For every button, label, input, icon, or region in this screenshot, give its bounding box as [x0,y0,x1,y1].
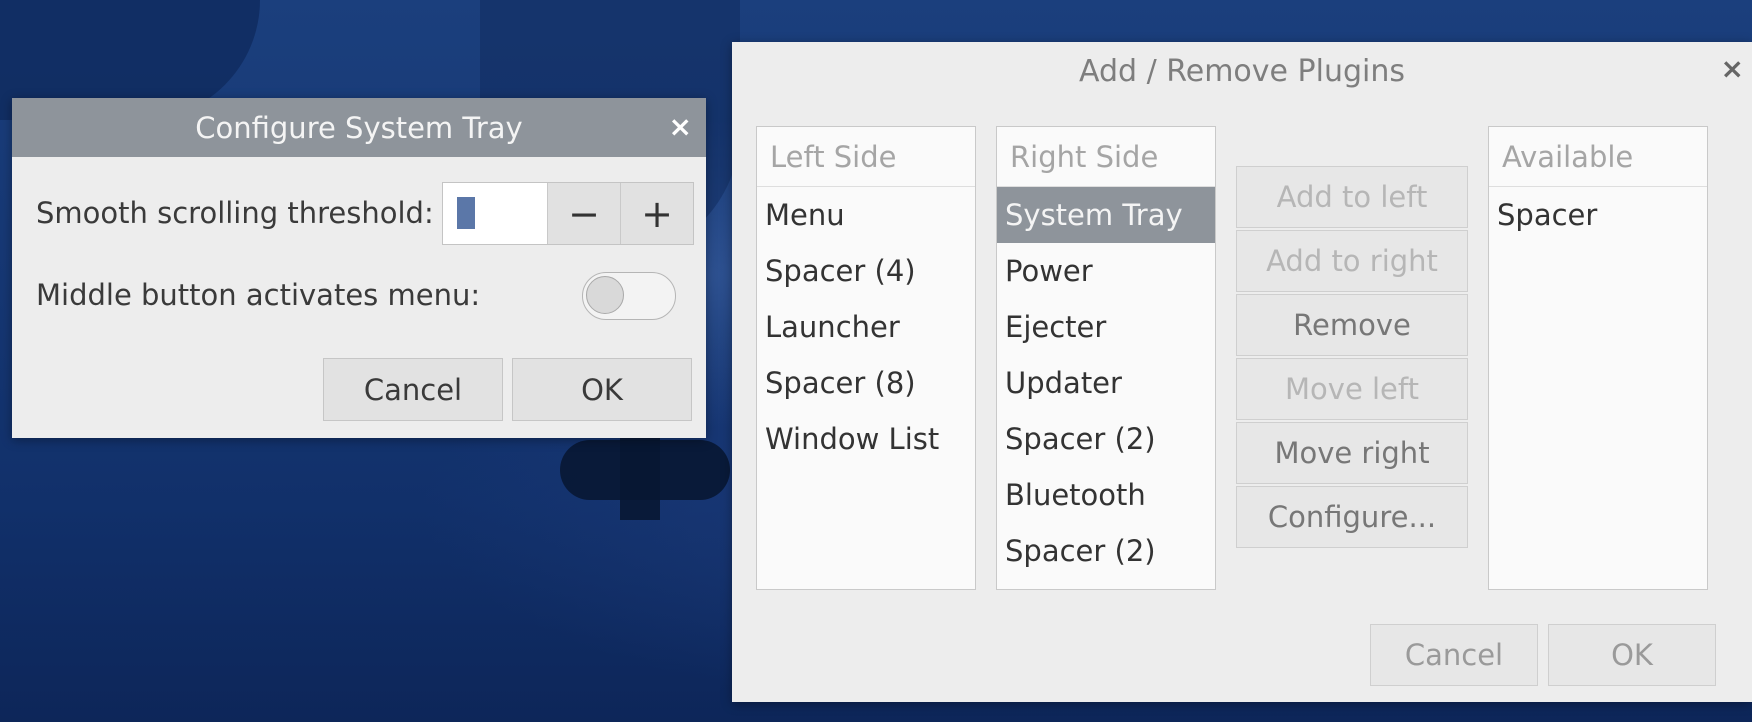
dialog-title: Add / Remove Plugins [1078,53,1405,89]
close-icon[interactable]: × [1721,52,1744,85]
list-item[interactable]: Spacer [1489,187,1707,243]
text-selection-highlight [457,197,475,229]
middle-button-label: Middle button activates menu: [36,278,481,312]
titlebar[interactable]: Configure System Tray × [12,98,706,157]
list-item[interactable]: Spacer (2) [997,523,1215,579]
right-side-list[interactable]: Right Side System Tray Power Ejecter Upd… [996,126,1216,590]
add-to-right-button[interactable]: Add to right [1236,230,1468,292]
list-item[interactable]: Window List [757,411,975,467]
toggle-knob [586,276,624,314]
list-item[interactable]: Updater [997,355,1215,411]
cancel-button[interactable]: Cancel [323,358,503,421]
ok-button[interactable]: OK [512,358,692,421]
available-header: Available [1489,127,1707,187]
move-left-button[interactable]: Move left [1236,358,1468,420]
middle-button-toggle[interactable] [582,272,676,320]
list-item[interactable]: Menu [757,187,975,243]
list-item-selected[interactable]: System Tray [997,187,1215,243]
list-item[interactable]: Spacer (2) [997,411,1215,467]
left-side-header: Left Side [757,127,975,187]
titlebar[interactable]: Add / Remove Plugins × [732,42,1752,100]
close-icon[interactable]: × [669,110,692,143]
configure-button[interactable]: Configure... [1236,486,1468,548]
available-list[interactable]: Available Spacer [1488,126,1708,590]
ok-button[interactable]: OK [1548,624,1716,686]
move-right-button[interactable]: Move right [1236,422,1468,484]
list-item[interactable]: Power [997,243,1215,299]
add-remove-plugins-dialog: Add / Remove Plugins × Left Side Menu Sp… [732,42,1752,702]
configure-system-tray-dialog: Configure System Tray × Smooth scrolling… [12,98,706,438]
list-item[interactable]: Bluetooth [997,467,1215,523]
threshold-spinbox: − + [442,182,694,245]
cancel-button[interactable]: Cancel [1370,624,1538,686]
remove-button[interactable]: Remove [1236,294,1468,356]
increment-button[interactable]: + [620,183,693,244]
add-to-left-button[interactable]: Add to left [1236,166,1468,228]
decrement-button[interactable]: − [547,183,620,244]
list-item[interactable]: Spacer (8) [757,355,975,411]
right-side-header: Right Side [997,127,1215,187]
threshold-label: Smooth scrolling threshold: [36,196,434,230]
list-item[interactable]: Launcher [757,299,975,355]
list-item[interactable]: Spacer (4) [757,243,975,299]
threshold-value-field[interactable] [443,183,547,244]
left-side-list[interactable]: Left Side Menu Spacer (4) Launcher Space… [756,126,976,590]
dialog-title: Configure System Tray [195,110,523,145]
list-item[interactable]: Ejecter [997,299,1215,355]
